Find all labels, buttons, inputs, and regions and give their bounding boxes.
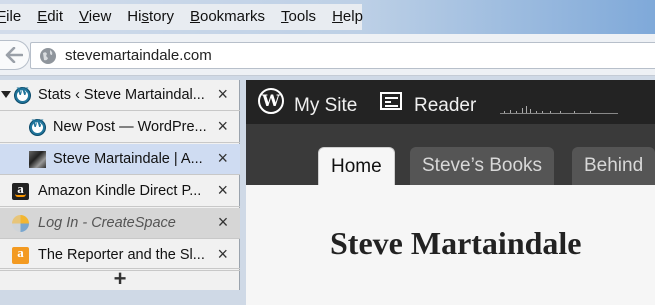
menu-file[interactable]: File <box>0 4 29 30</box>
tab-title: The Reporter and the Sl... <box>38 247 205 263</box>
menu-bar: File Edit View History Bookmarks Tools H… <box>0 0 655 34</box>
menu-tools[interactable]: Tools <box>273 4 324 30</box>
site-tab-behind[interactable]: Behind t <box>572 147 655 214</box>
close-icon[interactable]: × <box>217 213 228 231</box>
menu-bookmarks[interactable]: Bookmarks <box>182 4 273 30</box>
back-arrow-icon <box>5 47 23 63</box>
tab-sidebar: W Stats ‹ Steve Martaindal... × W New Po… <box>0 80 240 290</box>
menu-edit[interactable]: Edit <box>29 4 71 30</box>
back-button[interactable] <box>0 40 30 70</box>
tab-title: Stats ‹ Steve Martaindal... <box>38 87 205 103</box>
close-icon[interactable]: × <box>217 117 228 135</box>
wordpress-icon: W <box>14 87 31 104</box>
site-title[interactable]: Steve Martaindale <box>330 225 582 262</box>
site-body: Steve Martaindale <box>246 185 655 305</box>
menu-strip: File Edit View History Bookmarks Tools H… <box>0 4 363 30</box>
amazon-icon: a <box>12 181 29 200</box>
tab-item[interactable]: a Amazon Kindle Direct P... × <box>0 176 240 207</box>
close-icon[interactable]: × <box>217 245 228 263</box>
nav-bar: stevemartaindale.com <box>0 34 655 76</box>
new-tab-button[interactable]: + <box>0 268 240 290</box>
close-icon[interactable]: × <box>217 181 228 199</box>
menu-view[interactable]: View <box>71 4 119 30</box>
collapse-twisty-icon[interactable] <box>1 91 11 98</box>
close-icon[interactable]: × <box>217 85 228 103</box>
tab-title: New Post — WordPre... <box>53 119 207 135</box>
avatar-icon <box>29 151 46 168</box>
address-bar[interactable]: stevemartaindale.com <box>30 42 655 69</box>
reader-icon[interactable] <box>380 92 402 110</box>
tab-item-selected[interactable]: Steve Martaindale | A... × <box>0 144 240 175</box>
wp-admin-bar: W My Site Reader <box>246 80 655 124</box>
site-tab-home[interactable]: Home <box>318 147 395 185</box>
globe-icon <box>40 48 56 64</box>
amazon-icon: a <box>12 245 29 264</box>
my-site-link[interactable]: My Site <box>294 95 357 117</box>
menu-history[interactable]: History <box>119 4 182 30</box>
tab-item[interactable]: W New Post — WordPre... × <box>0 112 240 143</box>
url-text: stevemartaindale.com <box>65 47 212 64</box>
tab-title: Log In - CreateSpace <box>38 215 176 231</box>
tab-item-unloaded[interactable]: Log In - CreateSpace × <box>0 208 240 239</box>
tab-item[interactable]: W Stats ‹ Steve Martaindal... × <box>0 80 240 111</box>
tab-title: Steve Martaindale | A... <box>53 151 203 167</box>
wordpress-icon: W <box>29 119 46 136</box>
wordpress-logo-icon[interactable]: W <box>258 88 284 114</box>
site-header: Home Steve’s Books Behind t <box>246 124 655 214</box>
activity-sparkline <box>500 106 618 114</box>
reader-link[interactable]: Reader <box>414 95 476 117</box>
createspace-icon <box>12 215 29 232</box>
site-tab-books[interactable]: Steve’s Books <box>410 147 555 185</box>
tab-title: Amazon Kindle Direct P... <box>38 183 202 199</box>
menu-help[interactable]: Help <box>324 4 371 30</box>
close-icon[interactable]: × <box>217 149 228 167</box>
page-content: W My Site Reader Home Steve’s Books Behi… <box>246 80 655 305</box>
